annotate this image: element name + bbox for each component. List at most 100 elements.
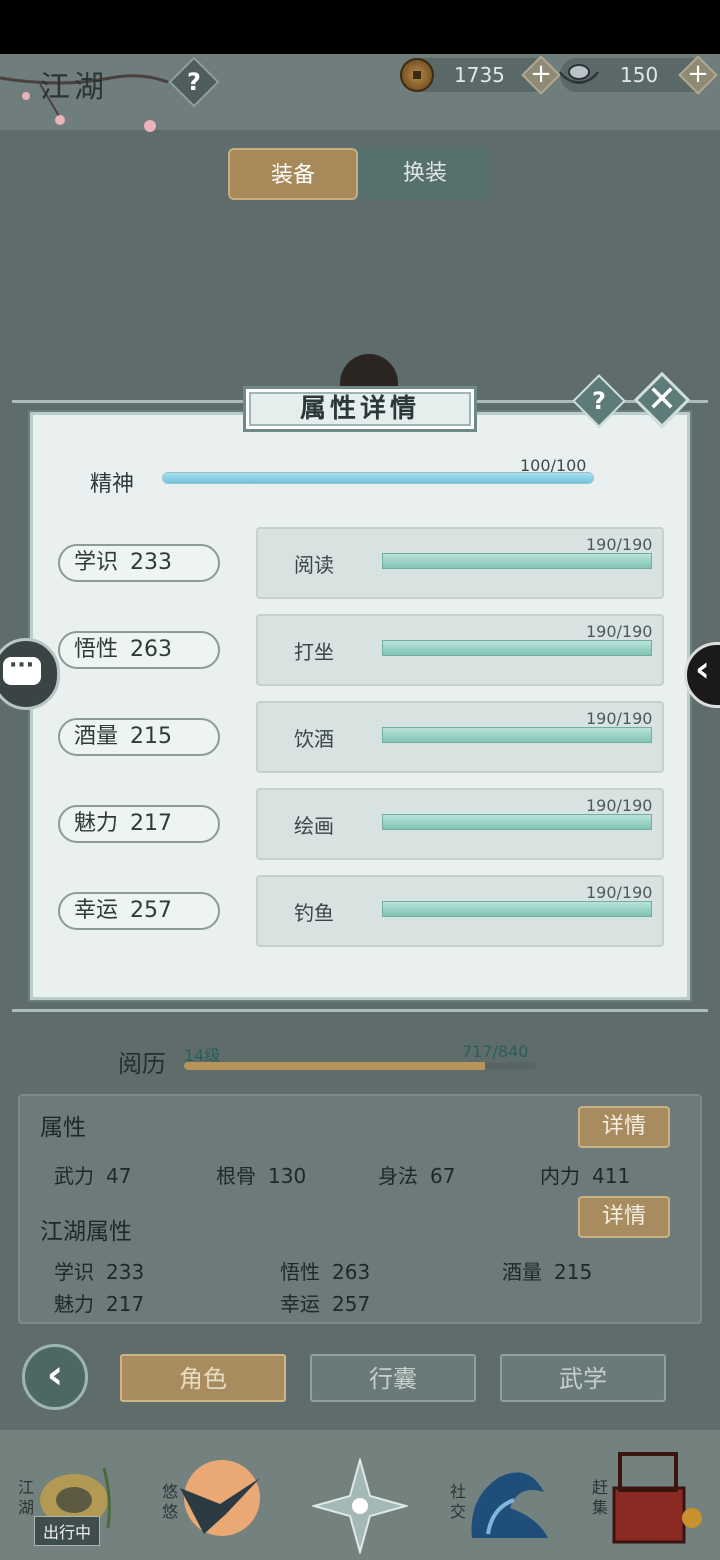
stat-name: 内力 — [540, 1164, 580, 1188]
dock-youyou-label: 悠悠 — [162, 1482, 179, 1521]
stat-value: 263 — [332, 1260, 371, 1284]
experience-value: 717/840 — [462, 1042, 529, 1061]
tab-equip[interactable]: 装备 — [228, 148, 358, 200]
tab-outfit[interactable]: 换装 — [360, 148, 490, 200]
market-stall-icon — [612, 1452, 702, 1544]
experience-bar-fill — [184, 1062, 485, 1070]
dock-jianghu-label: 江湖 — [18, 1478, 35, 1517]
attributes-detail-button[interactable]: 详情 — [578, 1106, 670, 1148]
attr-name: 学识 — [74, 550, 119, 575]
attr-value: 263 — [130, 637, 173, 662]
skill-name: 打坐 — [294, 640, 334, 664]
stat-name: 酒量 — [502, 1260, 542, 1284]
copper-coin-icon — [400, 58, 434, 92]
dock-market[interactable] — [598, 1448, 708, 1548]
silver-ingot-icon — [559, 64, 599, 84]
stat-value: 130 — [268, 1164, 307, 1188]
stat-name: 学识 — [54, 1260, 94, 1284]
help-icon: ? — [592, 387, 606, 415]
dock-social-label: 社交 — [450, 1482, 467, 1521]
stat-value: 411 — [592, 1164, 631, 1188]
spirit-bar-fill — [163, 473, 593, 483]
stat-name: 武力 — [54, 1164, 94, 1188]
nav-inventory[interactable]: 行囊 — [310, 1354, 476, 1402]
jianghu-section-title: 江湖属性 — [40, 1219, 132, 1245]
attr-name: 幸运 — [74, 898, 119, 923]
skill-progress-bar — [382, 814, 652, 830]
status-bar — [0, 0, 720, 54]
stat-name: 根骨 — [216, 1164, 256, 1188]
jianghu-detail-button[interactable]: 详情 — [578, 1196, 670, 1238]
plus-icon: + — [687, 59, 709, 89]
skill-progress-text: 190/190 — [586, 709, 653, 728]
stat-martial: 武力 47 — [54, 1160, 131, 1189]
attr-value: 217 — [130, 811, 173, 836]
stat-constitution: 根骨 130 — [216, 1160, 306, 1189]
skill-row-reading: 阅读 190/190 — [256, 527, 664, 599]
skill-row-fishing: 钓鱼 190/190 — [256, 875, 664, 947]
nav-character[interactable]: 角色 — [120, 1354, 286, 1402]
skill-row-meditation: 打坐 190/190 — [256, 614, 664, 686]
attr-value: 257 — [130, 898, 173, 923]
attr-pill-luck: 幸运 257 — [58, 892, 220, 930]
dialog-title: 属性详情 — [299, 394, 420, 424]
copper-value: 1735 — [454, 63, 505, 87]
skill-progress-bar — [382, 553, 652, 569]
skill-progress-fill — [383, 554, 651, 568]
attr-pill-learning: 学识 233 — [58, 544, 220, 582]
stat-insight: 悟性 263 — [280, 1256, 370, 1285]
skill-name: 阅读 — [294, 553, 334, 577]
attr-name: 魅力 — [74, 811, 119, 836]
dialog-title-plate: 属性详情 — [243, 386, 477, 432]
attr-name: 酒量 — [74, 724, 119, 749]
stat-value: 233 — [106, 1260, 145, 1284]
stat-inner-power: 内力 411 — [540, 1160, 630, 1189]
attr-value: 215 — [130, 724, 173, 749]
attr-name: 悟性 — [74, 637, 119, 662]
skill-progress-fill — [383, 902, 651, 916]
compass-star-icon[interactable] — [312, 1458, 408, 1554]
skill-progress-text: 190/190 — [586, 622, 653, 641]
spirit-bar — [162, 472, 594, 484]
skill-name: 饮酒 — [294, 727, 334, 751]
help-icon: ? — [187, 68, 201, 96]
skill-progress-bar — [382, 727, 652, 743]
experience-label: 阅历 — [118, 1050, 166, 1078]
stat-name: 幸运 — [280, 1292, 320, 1316]
stat-name: 悟性 — [280, 1260, 320, 1284]
experience-bar — [184, 1062, 536, 1070]
stat-value: 215 — [554, 1260, 593, 1284]
stat-name: 魅力 — [54, 1292, 94, 1316]
chevron-left-icon: ‹ — [695, 649, 710, 690]
dock-market-label: 赶集 — [592, 1478, 609, 1517]
attributes-section-title: 属性 — [40, 1115, 86, 1141]
plus-icon: + — [530, 59, 552, 89]
skill-progress-text: 190/190 — [586, 796, 653, 815]
attr-pill-drinking: 酒量 215 — [58, 718, 220, 756]
page-title: 江湖 — [40, 70, 108, 105]
back-button[interactable]: ‹ — [22, 1344, 88, 1410]
stat-value: 257 — [332, 1292, 371, 1316]
skill-name: 绘画 — [294, 814, 334, 838]
skill-name: 钓鱼 — [294, 901, 334, 925]
stat-drinking: 酒量 215 — [502, 1256, 592, 1285]
nav-martial-arts[interactable]: 武学 — [500, 1354, 666, 1402]
skill-progress-bar — [382, 901, 652, 917]
stat-luck: 幸运 257 — [280, 1288, 370, 1317]
silver-value: 150 — [620, 63, 659, 87]
skill-progress-fill — [383, 728, 651, 742]
stat-agility: 身法 67 — [378, 1160, 455, 1189]
stat-charm: 魅力 217 — [54, 1288, 144, 1317]
attr-pill-insight: 悟性 263 — [58, 631, 220, 669]
chat-bubble-icon — [3, 653, 41, 685]
skill-row-drink: 饮酒 190/190 — [256, 701, 664, 773]
skill-progress-bar — [382, 640, 652, 656]
travel-status-badge: 出行中 — [34, 1516, 101, 1546]
equip-tabbar: 装备 换装 — [228, 148, 492, 200]
attr-value: 233 — [130, 550, 173, 575]
stat-value: 217 — [106, 1292, 145, 1316]
skill-progress-fill — [383, 815, 651, 829]
stat-value: 47 — [106, 1164, 132, 1188]
stat-learning: 学识 233 — [54, 1256, 144, 1285]
close-icon: ✕ — [646, 379, 678, 420]
